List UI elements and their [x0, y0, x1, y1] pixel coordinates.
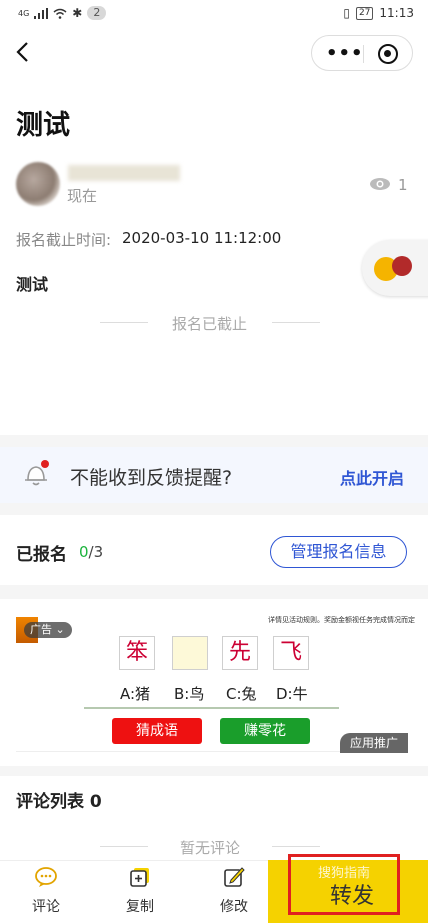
vibrate-icon: ▯	[343, 6, 350, 20]
edit-tab[interactable]: 修改	[204, 866, 264, 916]
ad-divider	[84, 707, 339, 709]
earn-money-button[interactable]: 赚零花	[220, 718, 310, 744]
registration-closed-notice: 报名已截止	[172, 315, 248, 333]
deadline-value: 2020-03-10 11:12:00	[122, 229, 282, 247]
manage-registration-button[interactable]: 管理报名信息	[270, 536, 407, 568]
network-label: 4G	[18, 8, 30, 18]
comment-icon	[35, 867, 57, 887]
deadline-label: 报名截止时间:	[16, 231, 112, 249]
idiom-char-4: 飞	[273, 636, 309, 670]
author-name-blurred	[68, 165, 180, 181]
page-title: 测试	[16, 110, 70, 141]
bell-icon	[25, 460, 49, 486]
copy-tab[interactable]: 复制	[110, 866, 170, 916]
edit-tab-label: 修改	[220, 899, 248, 915]
registered-total: /3	[88, 543, 104, 561]
divider	[100, 322, 148, 323]
divider	[100, 846, 148, 847]
fruit-icon-2	[392, 256, 412, 276]
ad-badge[interactable]: 广告 ⌄	[24, 622, 72, 638]
eye-icon	[370, 178, 390, 190]
registered-title: 已报名	[16, 545, 67, 565]
registered-count: 0/3	[79, 543, 103, 561]
no-comments-text: 暂无评论	[180, 839, 241, 857]
status-bar: 4G ✱ 2 ▯ 27 11:13	[0, 0, 428, 28]
view-count: 1	[398, 176, 408, 194]
ad-option-b[interactable]: B:鸟	[174, 683, 204, 704]
app-promo-tag: 应用推广	[340, 733, 408, 753]
divider	[272, 846, 320, 847]
enable-reminder-link[interactable]: 点此开启	[340, 465, 404, 489]
capsule-divider	[363, 45, 364, 63]
comments-title: 评论列表 0	[16, 792, 102, 812]
reminder-text: 不能收到反馈提醒?	[70, 467, 233, 489]
battery-icon: 27	[355, 6, 374, 20]
comment-tab[interactable]: 评论	[16, 866, 76, 916]
ad-option-a[interactable]: A:猪	[120, 683, 150, 704]
idiom-char-1: 笨	[119, 636, 155, 670]
wifi-icon	[53, 8, 67, 19]
bluetooth-icon: ✱	[72, 6, 83, 20]
notification-badge: 2	[87, 6, 107, 20]
section-gap	[0, 435, 428, 447]
ad-fineprint: 详情见活动规则。奖励金额视任务完成情况而定	[268, 616, 415, 624]
miniprogram-capsule: •••	[311, 35, 413, 71]
edit-icon	[224, 867, 245, 887]
post-time: 现在	[67, 187, 98, 205]
idiom-char-3: 先	[222, 636, 258, 670]
section-gap	[0, 766, 428, 776]
signal-icon	[34, 7, 49, 19]
ad-option-c[interactable]: C:兔	[226, 683, 257, 704]
section-gap	[0, 585, 428, 599]
divider	[272, 322, 320, 323]
avatar[interactable]	[16, 162, 60, 206]
ad-badge-label: 广告	[30, 623, 52, 636]
more-button[interactable]: •••	[326, 43, 364, 64]
idiom-char-blank	[172, 636, 208, 670]
clock: 11:13	[379, 6, 414, 20]
comment-tab-label: 评论	[32, 899, 60, 915]
highlight-box	[288, 854, 400, 915]
back-icon[interactable]	[12, 40, 36, 64]
section-gap	[0, 503, 428, 515]
copy-icon	[130, 868, 149, 887]
registered-done: 0	[79, 543, 89, 561]
copy-tab-label: 复制	[126, 899, 154, 915]
post-content: 测试	[16, 275, 49, 294]
guess-idiom-button[interactable]: 猜成语	[112, 718, 202, 744]
close-miniprogram-icon[interactable]	[378, 44, 398, 64]
ad-option-d[interactable]: D:牛	[276, 683, 308, 704]
